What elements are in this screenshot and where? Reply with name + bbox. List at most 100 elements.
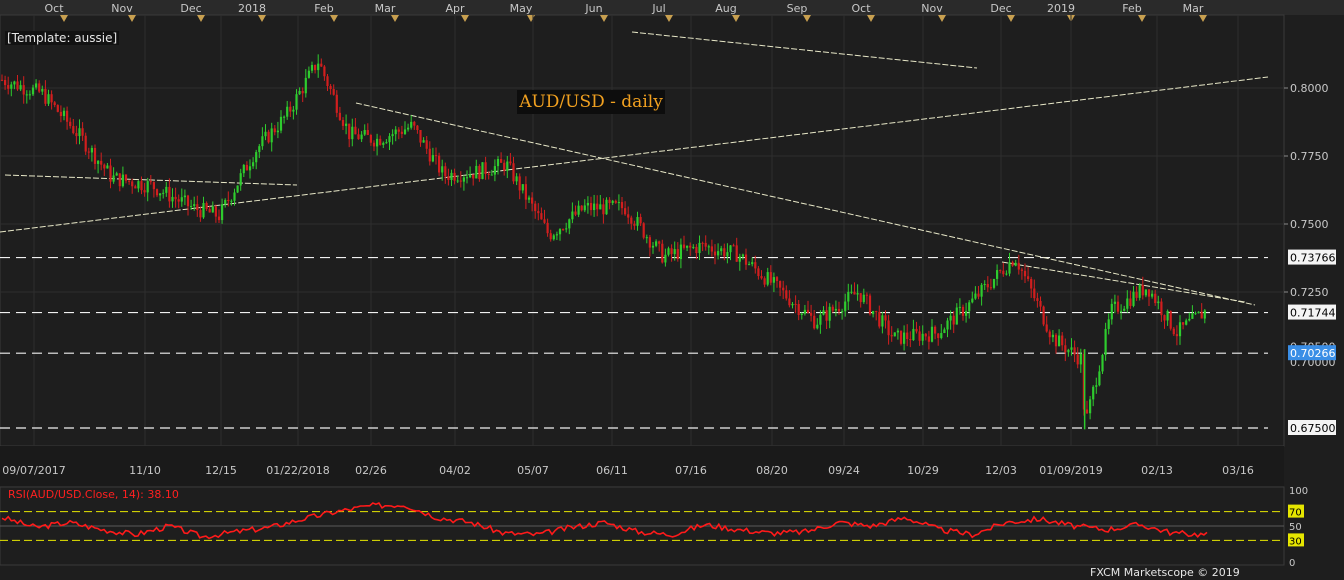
candle-body	[434, 155, 438, 157]
candle-body	[503, 162, 506, 171]
candle-body	[199, 210, 202, 218]
candle-body	[521, 184, 524, 191]
candle-body	[890, 335, 893, 337]
candle-body	[757, 268, 760, 277]
candle-body	[862, 294, 865, 303]
candle-body	[661, 243, 664, 263]
candle-body	[980, 284, 983, 297]
candle-body	[252, 162, 255, 167]
candle-body	[1191, 313, 1194, 319]
candle-body	[806, 309, 810, 313]
candle-body	[1005, 273, 1008, 275]
candle-body	[741, 254, 744, 257]
candle-body	[180, 197, 183, 202]
candle-body	[831, 306, 834, 311]
candle-body	[397, 129, 400, 132]
candle-body	[800, 313, 803, 315]
month-label: Oct	[44, 2, 64, 15]
candle-body	[50, 94, 53, 103]
candle-body	[899, 330, 903, 344]
date-label: 04/02	[439, 464, 471, 477]
candle-body	[1188, 318, 1191, 321]
candle-body	[937, 333, 940, 338]
candle-body	[620, 202, 624, 209]
candle-body	[868, 295, 872, 315]
candle-body	[496, 158, 500, 167]
candle-body	[775, 277, 779, 282]
template-label: [Template: aussie]	[5, 31, 120, 45]
candle-body	[490, 174, 493, 176]
candle-body	[1107, 319, 1110, 329]
candle-body	[239, 173, 242, 186]
candle-body	[1014, 262, 1017, 266]
candle-body	[723, 248, 726, 257]
candle-body	[0, 79, 4, 81]
candle-body	[338, 112, 341, 121]
candle-body	[140, 181, 143, 191]
candle-body	[791, 303, 794, 306]
candle-body	[577, 205, 580, 215]
candle-body	[84, 135, 87, 152]
candle-body	[438, 155, 441, 173]
candle-body	[137, 181, 140, 189]
candle-body	[1154, 293, 1157, 304]
candle-body	[1079, 353, 1082, 365]
candle-body	[729, 245, 732, 253]
candle-body	[850, 291, 853, 293]
candle-body	[856, 293, 859, 295]
candle-body	[1064, 345, 1067, 353]
candle-body	[205, 203, 208, 210]
candle-body	[56, 105, 59, 112]
candle-body	[543, 219, 546, 223]
candle-body	[1147, 289, 1151, 297]
month-label: Oct	[851, 2, 871, 15]
candle-body	[394, 129, 397, 135]
candle-body	[915, 328, 918, 332]
candle-body	[484, 162, 487, 175]
candle-body	[1110, 303, 1113, 320]
candle-body	[524, 184, 527, 200]
month-label: Nov	[111, 2, 133, 15]
candle-body	[97, 160, 100, 164]
candle-body	[515, 176, 518, 182]
candle-body	[475, 165, 478, 179]
candle-body	[273, 128, 276, 133]
candle-body	[1151, 293, 1154, 297]
candle-body	[924, 333, 927, 337]
candle-body	[1033, 288, 1036, 299]
candle-body	[230, 200, 233, 202]
y-tick-label: 0.7750	[1290, 150, 1329, 163]
candle-body	[568, 219, 571, 229]
candle-body	[611, 200, 614, 204]
candle-body	[695, 246, 698, 254]
candle-body	[422, 140, 425, 143]
month-label: Apr	[445, 2, 465, 15]
candle-body	[106, 165, 109, 169]
candle-body	[1163, 315, 1166, 321]
candle-body	[1157, 301, 1160, 304]
candle-body	[124, 174, 128, 181]
candle-body	[283, 116, 286, 118]
candle-body	[670, 248, 673, 255]
candle-body	[893, 332, 896, 337]
candle-body	[118, 173, 121, 187]
candle-body	[918, 331, 921, 341]
date-label: 05/07	[517, 464, 549, 477]
candle-body	[785, 290, 788, 299]
candle-body	[875, 310, 878, 312]
candle-body	[441, 166, 444, 173]
candle-body	[782, 287, 785, 291]
candle-body	[1172, 328, 1175, 335]
candle-body	[992, 278, 996, 288]
candle-body	[692, 246, 695, 248]
candle-body	[1045, 324, 1048, 332]
candle-body	[664, 254, 667, 263]
candle-body	[531, 197, 534, 204]
candle-body	[909, 339, 912, 341]
candle-body	[760, 276, 763, 279]
candle-body	[190, 206, 193, 208]
candle-body	[751, 262, 754, 265]
candle-body	[1194, 313, 1197, 315]
candle-body	[382, 142, 385, 145]
candle-body	[605, 199, 608, 215]
